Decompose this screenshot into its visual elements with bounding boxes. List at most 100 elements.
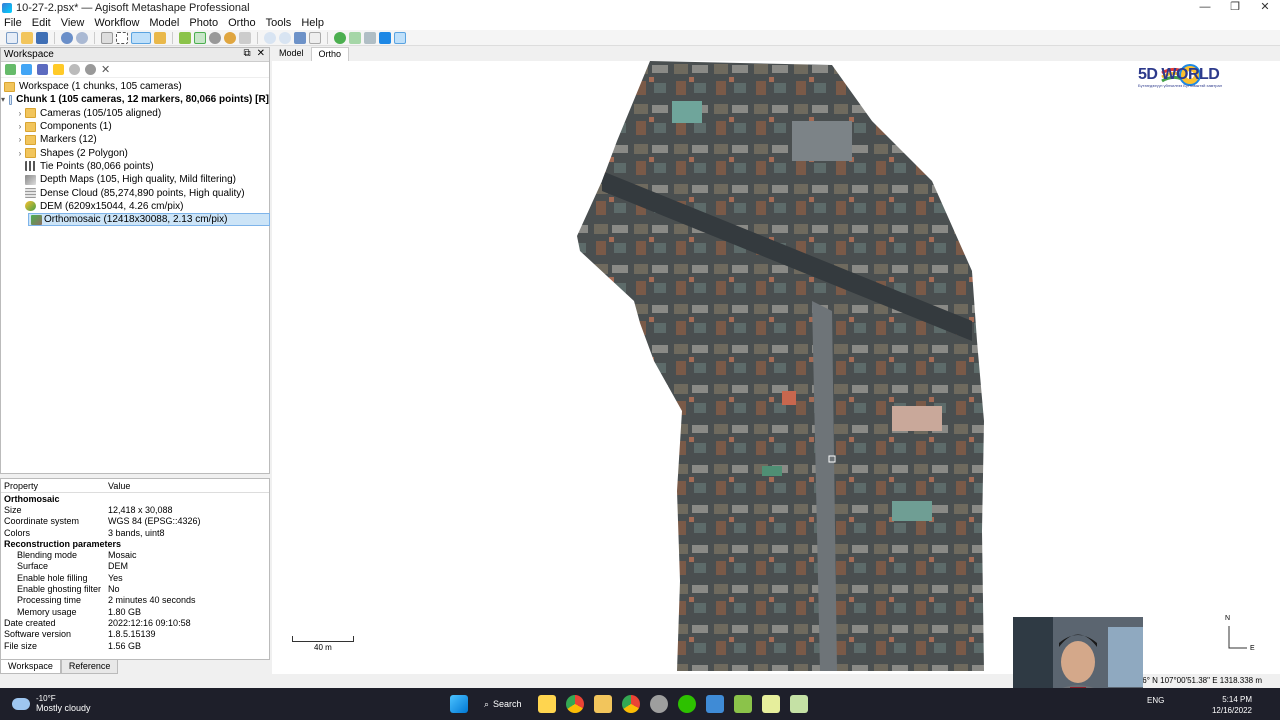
orthomosaic-image[interactable]: [272, 61, 1280, 674]
tab-model[interactable]: Model: [272, 47, 311, 61]
tree-item-label: Depth Maps (105, High quality, Mild filt…: [40, 174, 237, 186]
update-icon[interactable]: [239, 31, 251, 44]
new-file-icon[interactable]: [6, 31, 18, 44]
property-key: Enable ghosting filter: [17, 584, 102, 595]
menu-model[interactable]: Model: [149, 17, 179, 29]
undo-icon[interactable]: [61, 31, 73, 44]
close-button[interactable]: ✕: [1250, 0, 1280, 15]
property-value: 1.80 GB: [108, 606, 142, 617]
tree-item-components[interactable]: › Components (1): [1, 120, 269, 133]
patch-icon[interactable]: [209, 31, 221, 44]
enable-icon[interactable]: [69, 64, 80, 75]
add-photos-icon[interactable]: [21, 64, 32, 75]
property-key: Blending mode: [17, 550, 78, 561]
hole-fill-icon[interactable]: [224, 31, 236, 44]
rectangle-selection-icon[interactable]: [116, 31, 128, 44]
chrome-profile-icon[interactable]: [621, 695, 640, 713]
workspace-panel: Workspace ⧉ ✕ ✕ Workspace (1 chunks, 105…: [0, 47, 271, 474]
globe-icon[interactable]: [334, 31, 346, 44]
property-column-header[interactable]: Property: [1, 481, 108, 491]
markers-icon[interactable]: [394, 31, 406, 44]
snipping-tool-icon[interactable]: [705, 695, 724, 713]
workspace-tree: Workspace (1 chunks, 105 cameras) ▾ Chun…: [1, 78, 271, 227]
chevron-down-icon[interactable]: ▾: [1, 95, 5, 104]
move-icon[interactable]: [294, 31, 306, 44]
chrome-icon[interactable]: [565, 695, 584, 713]
ortho-viewport[interactable]: 5D WORLD Бүтээгдэхүүн үйлчилгээ Бүтээмжт…: [272, 61, 1280, 674]
menu-photo[interactable]: Photo: [189, 17, 218, 29]
obs-icon[interactable]: [649, 695, 668, 713]
tab-workspace[interactable]: Workspace: [0, 660, 61, 674]
maximize-button[interactable]: ❐: [1220, 0, 1250, 15]
workspace-folder-icon: [4, 81, 15, 92]
chevron-right-icon[interactable]: ›: [15, 135, 25, 144]
property-value: No: [108, 584, 120, 595]
tree-item-dense-cloud[interactable]: Dense Cloud (85,274,890 points, High qua…: [1, 186, 269, 199]
tab-reference[interactable]: Reference: [60, 660, 119, 674]
value-column-header[interactable]: Value: [108, 481, 130, 491]
metashape-app-icon: [2, 2, 12, 13]
scale-bar: [292, 636, 354, 642]
taskbar-search[interactable]: ⌕ Search: [478, 699, 528, 710]
ruler-icon[interactable]: [154, 31, 166, 44]
property-row: Date created 2022:12:16 09:10:58: [1, 617, 269, 628]
chunk-row[interactable]: ▾ Chunk 1 (105 cameras, 12 markers, 80,0…: [1, 93, 269, 106]
property-row: Enable ghosting filter No: [1, 583, 269, 594]
lasso-selection-icon[interactable]: [131, 31, 151, 44]
tree-item-markers[interactable]: › Markers (12): [1, 133, 269, 146]
metashape-active-icon[interactable]: [761, 695, 780, 713]
flag-icon[interactable]: [379, 31, 391, 44]
merge-chunks-icon[interactable]: [53, 64, 64, 75]
tab-ortho[interactable]: Ortho: [310, 47, 350, 61]
file-explorer-icon[interactable]: [593, 695, 612, 713]
open-folder-icon[interactable]: [21, 31, 33, 44]
clock[interactable]: 5:14 PM 12/16/2022: [1212, 694, 1252, 716]
properties-panel: Property Value Orthomosaic Size 12,418 x …: [0, 478, 270, 660]
properties-header: Property Value: [1, 479, 269, 493]
float-panel-icon[interactable]: ⧉: [243, 48, 250, 59]
chevron-right-icon[interactable]: ›: [15, 109, 25, 118]
coordinate-readout: 76° N 107°00'51.38" E 1318.338 m: [1137, 676, 1262, 685]
windows-start-icon[interactable]: [450, 695, 468, 713]
menu-help[interactable]: Help: [301, 17, 324, 29]
weather-widget[interactable]: -10°F Mostly cloudy: [12, 694, 91, 713]
add-folder-icon[interactable]: [37, 64, 48, 75]
language-indicator[interactable]: ENG: [1147, 696, 1164, 705]
tree-item-shapes[interactable]: › Shapes (2 Polygon): [1, 146, 269, 159]
metashape-alt-icon[interactable]: [789, 695, 808, 713]
disable-icon[interactable]: [85, 64, 96, 75]
tree-item-orthomosaic[interactable]: Orthomosaic (12418x30088, 2.13 cm/pix): [1, 213, 271, 227]
menu-workflow[interactable]: Workflow: [94, 17, 139, 29]
menu-edit[interactable]: Edit: [32, 17, 51, 29]
close-panel-icon[interactable]: ✕: [257, 48, 265, 59]
sticky-notes-icon[interactable]: [537, 695, 556, 713]
menu-file[interactable]: File: [4, 17, 22, 29]
draw-polygon-icon[interactable]: [179, 31, 191, 44]
menu-bar: File Edit View Workflow Model Photo Orth…: [0, 15, 1280, 30]
tree-item-cameras[interactable]: › Cameras (105/105 aligned): [1, 107, 269, 120]
navigation-icon[interactable]: [101, 31, 113, 44]
redo-icon[interactable]: [76, 31, 88, 44]
compass-north-label: N: [1225, 615, 1231, 622]
wechat-icon[interactable]: [677, 695, 696, 713]
minimize-button[interactable]: —: [1190, 0, 1220, 15]
tree-item-tie-points[interactable]: Tie Points (80,066 points): [1, 160, 269, 173]
menu-view[interactable]: View: [61, 17, 85, 29]
chevron-right-icon[interactable]: ›: [15, 149, 25, 158]
menu-ortho[interactable]: Ortho: [228, 17, 256, 29]
tree-item-dem[interactable]: DEM (6209x15044, 4.26 cm/pix): [1, 200, 269, 213]
reset-view-icon[interactable]: [309, 31, 321, 44]
camera-icon[interactable]: [364, 31, 376, 44]
workspace-root-row[interactable]: Workspace (1 chunks, 105 cameras): [1, 80, 269, 93]
remove-items-icon[interactable]: ✕: [101, 63, 110, 76]
save-icon[interactable]: [36, 31, 48, 44]
menu-tools[interactable]: Tools: [266, 17, 292, 29]
map-icon[interactable]: [349, 31, 361, 44]
zoom-in-icon[interactable]: [264, 31, 276, 44]
chevron-right-icon[interactable]: ›: [15, 122, 25, 131]
add-chunk-icon[interactable]: [5, 64, 16, 75]
seamline-icon[interactable]: [194, 31, 206, 44]
zoom-out-icon[interactable]: [279, 31, 291, 44]
tree-item-depth-maps[interactable]: Depth Maps (105, High quality, Mild filt…: [1, 173, 269, 186]
metashape-taskbar-icon[interactable]: [733, 695, 752, 713]
